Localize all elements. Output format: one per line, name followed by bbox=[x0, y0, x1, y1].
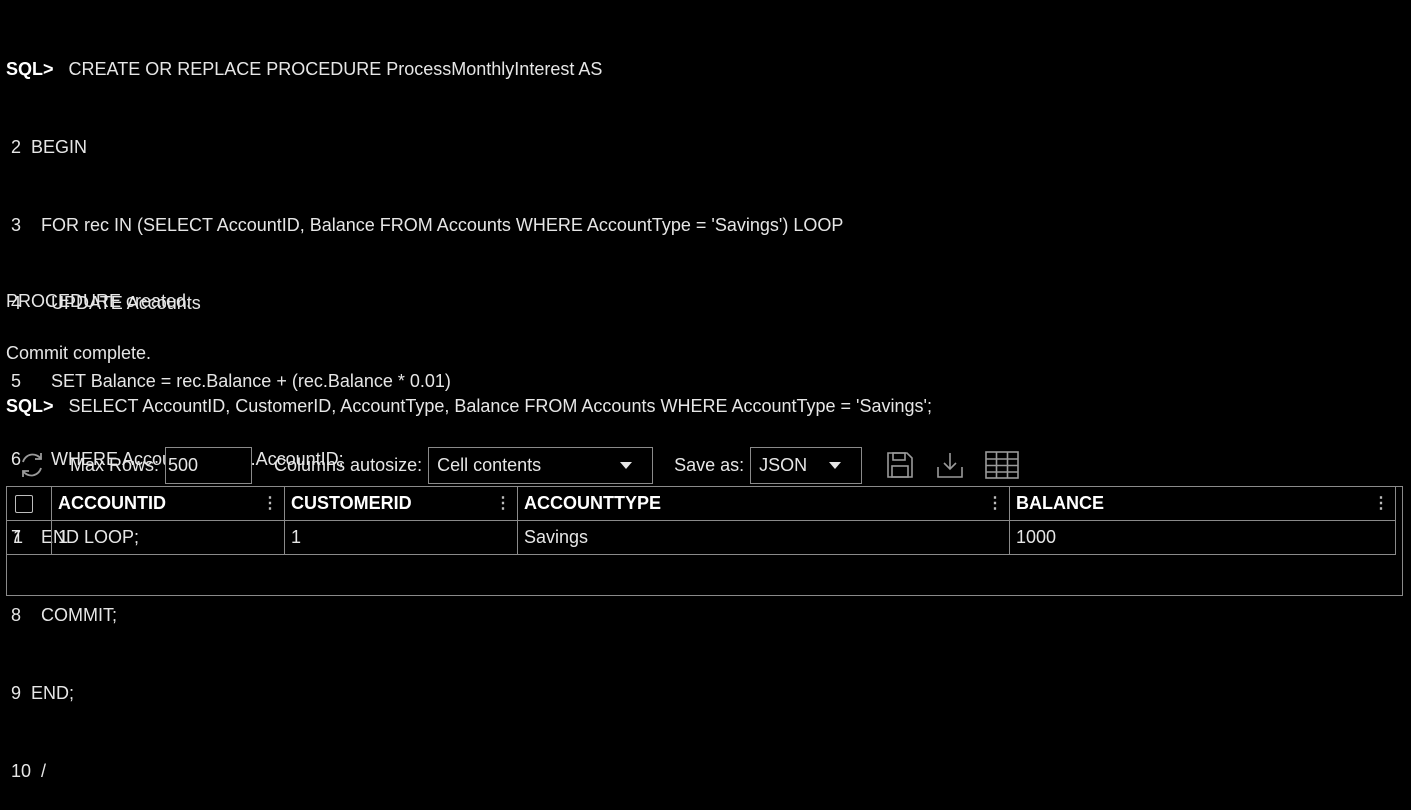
code-text: / bbox=[31, 761, 47, 781]
columns-autosize-select[interactable]: Cell contents bbox=[428, 446, 654, 484]
chevron-down-icon bbox=[620, 461, 633, 469]
line-number: 10 bbox=[6, 761, 32, 781]
row-index: 1 bbox=[7, 521, 52, 554]
cell-accounttype[interactable]: Savings bbox=[518, 521, 1010, 554]
statement-text: SELECT AccountID, CustomerID, AccountTyp… bbox=[68, 396, 932, 416]
code-text: FOR rec IN (SELECT AccountID, Balance FR… bbox=[21, 215, 844, 235]
table-row[interactable]: 1 1 1 Savings 1000 bbox=[7, 521, 1396, 555]
line-number: 9 bbox=[6, 683, 22, 703]
column-menu-icon[interactable]: ⋮ bbox=[1373, 495, 1389, 512]
line-number: 5 bbox=[6, 371, 22, 391]
line-number: 8 bbox=[6, 605, 22, 625]
cell-balance[interactable]: 1000 bbox=[1010, 521, 1396, 554]
procedure-created-message: PROCEDURE created. bbox=[6, 291, 192, 311]
column-menu-icon[interactable]: ⋮ bbox=[262, 495, 278, 512]
column-header-accounttype[interactable]: ACCOUNTTYPE ⋮ bbox=[518, 487, 1010, 520]
save-as-select[interactable]: JSON bbox=[750, 446, 863, 484]
column-header-balance[interactable]: BALANCE ⋮ bbox=[1010, 487, 1396, 520]
column-menu-icon[interactable]: ⋮ bbox=[987, 495, 1003, 512]
column-menu-icon[interactable]: ⋮ bbox=[495, 495, 511, 512]
select-all-checkbox[interactable] bbox=[15, 494, 33, 513]
chevron-down-icon bbox=[829, 461, 842, 469]
save-as-label: Save as: bbox=[674, 454, 745, 475]
sql-prompt: SQL> bbox=[6, 59, 54, 79]
line-number: 3 bbox=[6, 215, 22, 235]
max-rows-input[interactable] bbox=[165, 446, 253, 484]
statement-text: CREATE OR REPLACE PROCEDURE ProcessMonth… bbox=[68, 59, 603, 79]
download-icon[interactable] bbox=[934, 449, 966, 481]
save-as-value: JSON bbox=[759, 454, 808, 475]
code-text: SET Balance = rec.Balance + (rec.Balance… bbox=[21, 371, 451, 391]
cell-accountid[interactable]: 1 bbox=[52, 521, 285, 554]
column-header-label: CUSTOMERID bbox=[291, 493, 412, 513]
sql-prompt: SQL> bbox=[6, 396, 54, 416]
column-header-label: ACCOUNTID bbox=[58, 493, 166, 513]
code-text: COMMIT; bbox=[21, 605, 118, 625]
code-line: 3 FOR rec IN (SELECT AccountID, Balance … bbox=[6, 212, 843, 238]
columns-autosize-label: Columns autosize: bbox=[274, 454, 423, 475]
column-header-label: BALANCE bbox=[1016, 493, 1104, 513]
grid-header-row: ACCOUNTID ⋮ CUSTOMERID ⋮ ACCOUNTTYPE ⋮ B… bbox=[7, 487, 1396, 521]
save-icon[interactable] bbox=[884, 449, 916, 481]
code-text: BEGIN bbox=[21, 137, 88, 157]
column-header-accountid[interactable]: ACCOUNTID ⋮ bbox=[52, 487, 285, 520]
columns-autosize-value: Cell contents bbox=[437, 454, 542, 475]
line-number: 2 bbox=[6, 137, 22, 157]
results-grid: ACCOUNTID ⋮ CUSTOMERID ⋮ ACCOUNTTYPE ⋮ B… bbox=[6, 486, 1403, 596]
commit-complete-message: Commit complete. bbox=[6, 343, 152, 363]
code-line: 2 BEGIN bbox=[6, 134, 843, 160]
refresh-icon[interactable] bbox=[16, 449, 48, 481]
select-all-checkbox-cell[interactable] bbox=[7, 487, 52, 520]
code-line: 10 / bbox=[6, 758, 843, 784]
code-text: END; bbox=[21, 683, 75, 703]
column-header-customerid[interactable]: CUSTOMERID ⋮ bbox=[285, 487, 518, 520]
results-toolbar: Max Rows: Columns autosize: Cell content… bbox=[16, 446, 1020, 484]
code-line: 5 SET Balance = rec.Balance + (rec.Balan… bbox=[6, 368, 843, 394]
max-rows-label: Max Rows: bbox=[70, 454, 160, 475]
statement-line-2: SQL> SELECT AccountID, CustomerID, Accou… bbox=[6, 393, 932, 419]
code-line: 8 COMMIT; bbox=[6, 602, 843, 628]
code-line: 9 END; bbox=[6, 680, 843, 706]
column-header-label: ACCOUNTTYPE bbox=[524, 493, 662, 513]
grid-icon[interactable] bbox=[984, 449, 1020, 481]
cell-customerid[interactable]: 1 bbox=[285, 521, 518, 554]
statement-line-1: SQL> CREATE OR REPLACE PROCEDURE Process… bbox=[6, 56, 843, 82]
